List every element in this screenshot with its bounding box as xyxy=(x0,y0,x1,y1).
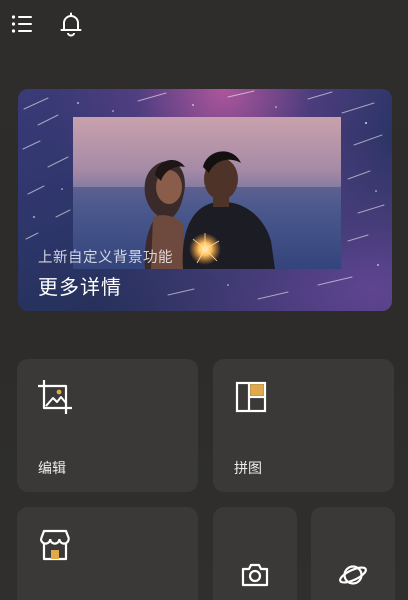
camera-icon xyxy=(239,559,271,591)
edit-tile[interactable]: 编辑 xyxy=(17,359,198,492)
camera-tile[interactable] xyxy=(213,507,297,600)
top-bar xyxy=(0,0,408,56)
menu-icon xyxy=(11,15,32,33)
notification-button[interactable] xyxy=(55,8,87,40)
collage-layout-icon xyxy=(231,377,271,417)
home-screen: 上新自定义背景功能 更多详情 编辑 拼图 xyxy=(0,0,408,600)
banner-title[interactable]: 更多详情 xyxy=(38,271,122,300)
menu-button[interactable] xyxy=(6,8,38,40)
promo-banner[interactable]: 上新自定义背景功能 更多详情 xyxy=(18,89,392,311)
collage-tile[interactable]: 拼图 xyxy=(213,359,394,492)
planet-icon xyxy=(337,559,369,591)
crop-image-icon xyxy=(35,377,75,417)
banner-subtitle: 上新自定义背景功能 xyxy=(38,250,173,266)
edit-label: 编辑 xyxy=(38,461,66,477)
planet-tile[interactable] xyxy=(311,507,395,600)
store-icon xyxy=(35,525,75,565)
collage-label: 拼图 xyxy=(234,461,262,477)
bell-icon xyxy=(60,12,82,37)
store-tile[interactable] xyxy=(17,507,198,600)
